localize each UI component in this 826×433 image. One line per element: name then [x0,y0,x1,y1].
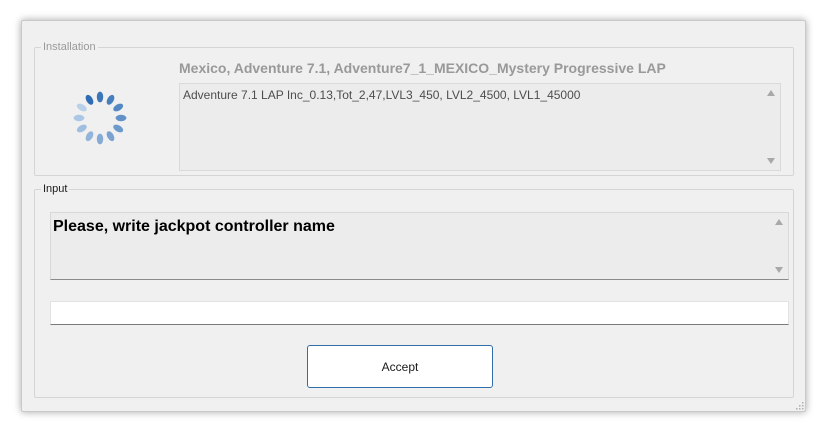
loading-spinner-icon [73,91,127,145]
installation-details-textbox[interactable]: Adventure 7.1 LAP Inc_0.13,Tot_2,47,LVL3… [179,83,781,171]
spinner-dot [85,131,94,142]
spinner-dot [76,124,87,133]
spinner-dot [76,103,87,112]
controller-name-input[interactable] [50,301,789,325]
input-group-label: Input [41,182,70,196]
details-scrollbar[interactable] [763,84,780,170]
scroll-down-arrow-icon[interactable] [775,267,783,273]
installation-group-label: Installation [41,40,98,54]
spinner-dot [96,91,104,103]
accept-button[interactable]: Accept [307,345,493,388]
spinner-dot [115,114,127,122]
installation-title: Mexico, Adventure 7.1, Adventure7_1_MEXI… [179,60,666,76]
scroll-up-arrow-icon[interactable] [767,90,775,96]
spinner-dot [73,114,85,122]
scroll-down-arrow-icon[interactable] [767,158,775,164]
spinner-dot [106,94,115,105]
spinner-dot [113,103,124,112]
spinner-dot [113,124,124,133]
prompt-text: Please, write jackpot controller name [53,218,335,235]
resize-grip-icon[interactable] [794,400,804,410]
prompt-scrollbar[interactable] [771,213,788,279]
installation-dialog: Installation Mexico, Adventure 7.1, Adve… [21,20,806,412]
prompt-textbox[interactable]: Please, write jackpot controller name [50,212,789,280]
input-group: Input Please, write jackpot controller n… [34,182,794,398]
scroll-up-arrow-icon[interactable] [775,219,783,225]
installation-details-text: Adventure 7.1 LAP Inc_0.13,Tot_2,47,LVL3… [183,88,581,102]
spinner-dot [96,133,104,145]
spinner-dot [85,94,94,105]
spinner-dot [106,131,115,142]
installation-group: Installation Mexico, Adventure 7.1, Adve… [34,40,794,176]
